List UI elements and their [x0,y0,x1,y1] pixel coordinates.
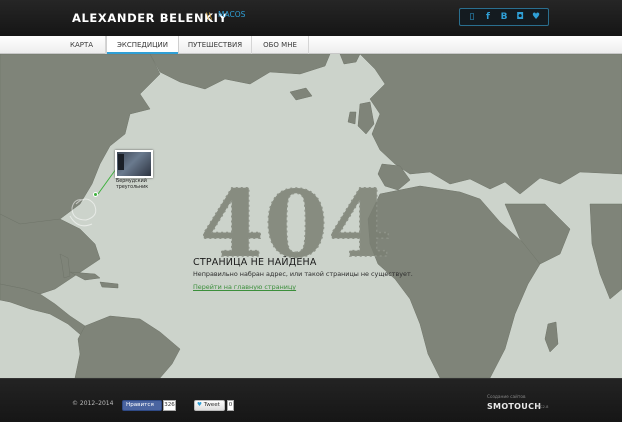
os-label[interactable]: MACOS [218,10,245,19]
nav-item-expeditions[interactable]: ЭКСПЕДИЦИИ [106,36,179,54]
map-pin-icon[interactable] [93,192,98,197]
facebook-icon[interactable]: f [482,12,494,22]
error-description: Неправильно набран адрес, или такой стра… [193,270,413,278]
marker-connector [97,168,117,195]
phone-icon[interactable]: ▯ [466,12,478,22]
nav-item-travels[interactable]: ПУТЕШЕСТВИЯ [179,36,252,54]
header: ALEXANDER BELENKIY \\ MACOS ▯ f B ◘ ♥ [0,0,622,36]
vk-icon[interactable]: B [498,12,510,22]
nav-item-about[interactable]: ОБО МНЕ [252,36,309,54]
tweet-label: Tweet [203,402,220,408]
marker-caption-line2: треугольник [116,185,149,190]
site-logo[interactable]: ALEXANDER BELENKIY [72,11,227,25]
marker-tools-icon [118,154,124,170]
marker-caption[interactable]: Бермудский треугольник [116,179,156,191]
map-graphic: 404 [0,54,622,378]
credit-caption: Создание сайтов [487,395,526,400]
twitter-bird-icon: ♥ [197,402,202,408]
credit-logo[interactable]: SMOTOUCH [487,402,541,411]
copyright: © 2012–2014 [72,400,114,407]
credit-logo-text: SMOTOUCH [487,402,542,411]
footer: © 2012–2014 Нравится 326 ♥ Tweet 0 Созда… [0,378,622,422]
error-title: СТРАНИЦА НЕ НАЙДЕНА [193,257,317,268]
main-nav: КАРТА ЭКСПЕДИЦИИ ПУТЕШЕСТВИЯ ОБО МНЕ [0,36,622,54]
social-links: ▯ f B ◘ ♥ [459,8,549,26]
home-link[interactable]: Перейти на главную страницу [193,283,296,291]
hurricane-icon [69,198,97,227]
marker-thumbnail[interactable] [115,150,153,178]
facebook-like-count: 326 [163,400,176,411]
credit-version: PC2.8 [538,405,549,409]
tweet-button[interactable]: ♥ Tweet [194,400,225,411]
instagram-icon[interactable]: ◘ [514,12,526,22]
facebook-like-button[interactable]: Нравится [122,400,162,411]
twitter-icon[interactable]: ♥ [530,12,542,22]
logo-separator-icon: \\ [206,12,213,22]
world-map: 404 Бермудский треугольник СТРАНИЦА НЕ Н… [0,54,622,378]
tweet-count: 0 [227,400,234,411]
nav-item-map[interactable]: КАРТА [58,36,106,54]
